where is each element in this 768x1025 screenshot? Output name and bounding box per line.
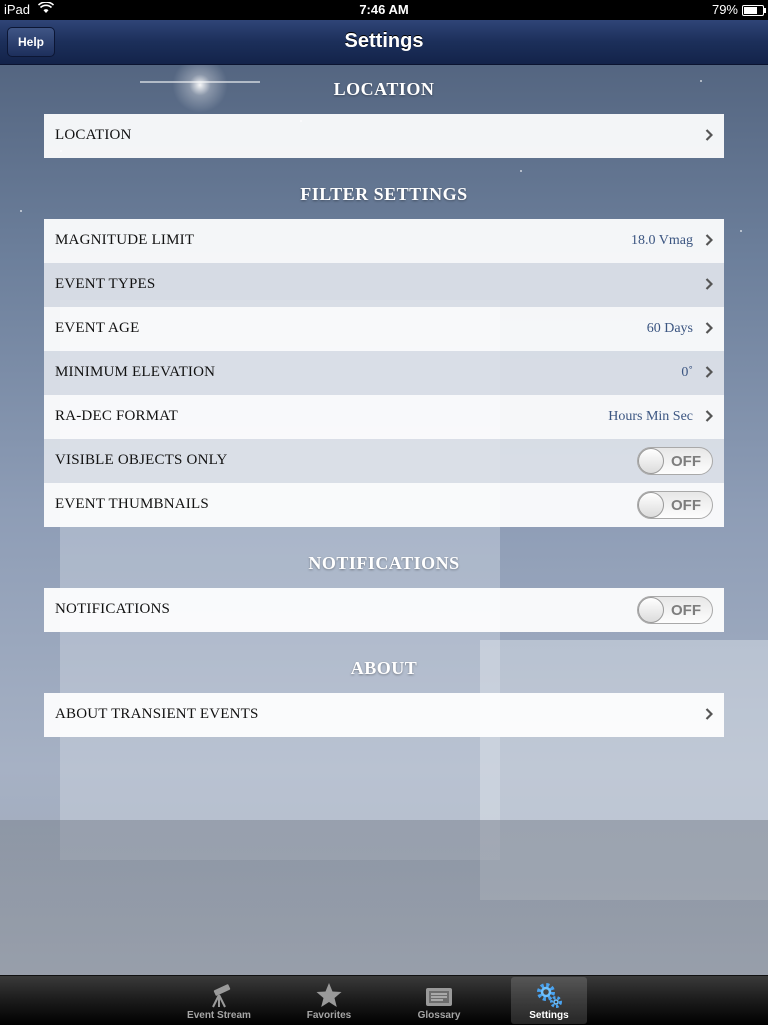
tab-label: Settings — [529, 1010, 569, 1021]
row-label: RA-DEC FORMAT — [55, 408, 179, 424]
chevron-right-icon — [705, 278, 713, 290]
book-icon — [426, 988, 452, 1006]
section-header-location: LOCATION — [333, 79, 435, 99]
chevron-right-icon — [705, 234, 713, 246]
toggle-state: OFF — [671, 453, 701, 470]
row-value: 60 Days — [646, 321, 693, 336]
location-row[interactable]: LOCATION — [44, 114, 724, 158]
row-value: 0˚ — [681, 365, 693, 380]
tab-glossary[interactable]: Glossary — [401, 977, 477, 1024]
telescope-icon — [212, 984, 231, 1008]
toggle-knob — [638, 597, 664, 623]
event-age-row[interactable]: EVENT AGE 60 Days — [44, 307, 724, 351]
toggle-state: OFF — [671, 497, 701, 514]
toggle-knob — [638, 448, 664, 474]
clock: 7:46 AM — [359, 2, 409, 17]
row-value: 18.0 Vmag — [631, 233, 693, 248]
about-group: ABOUT TRANSIENT EVENTS — [44, 693, 724, 737]
row-label: EVENT TYPES — [55, 276, 156, 292]
visible-objects-only-row: VISIBLE OBJECTS ONLY OFF — [44, 439, 724, 483]
row-label: EVENT AGE — [55, 320, 140, 336]
row-label: ABOUT TRANSIENT EVENTS — [55, 706, 259, 722]
star-icon — [316, 983, 342, 1007]
navigation-bar: Help Settings — [0, 20, 768, 65]
status-bar: iPad 7:46 AM 79% — [0, 0, 768, 20]
star — [740, 230, 742, 232]
tab-event-stream[interactable]: Event Stream — [181, 977, 257, 1024]
section-header-notifications: NOTIFICATIONS — [308, 553, 460, 573]
toggle-knob — [638, 492, 664, 518]
chevron-right-icon — [705, 708, 713, 720]
row-label: VISIBLE OBJECTS ONLY — [55, 452, 228, 468]
row-label: LOCATION — [55, 127, 132, 143]
notifications-toggle[interactable]: OFF — [637, 596, 713, 624]
chevron-right-icon — [705, 322, 713, 334]
ground — [0, 820, 768, 980]
event-thumbnails-row: EVENT THUMBNAILS OFF — [44, 483, 724, 527]
minimum-elevation-row[interactable]: MINIMUM ELEVATION 0˚ — [44, 351, 724, 395]
row-value: Hours Min Sec — [608, 409, 693, 424]
notifications-row: NOTIFICATIONS OFF — [44, 588, 724, 632]
row-label: EVENT THUMBNAILS — [55, 496, 209, 512]
toggle-state: OFF — [671, 602, 701, 619]
notifications-group: NOTIFICATIONS OFF — [44, 588, 724, 632]
filter-settings-group: MAGNITUDE LIMIT 18.0 Vmag EVENT TYPES EV… — [44, 219, 724, 527]
magnitude-limit-row[interactable]: MAGNITUDE LIMIT 18.0 Vmag — [44, 219, 724, 263]
tab-settings[interactable]: Settings — [511, 977, 587, 1024]
chevron-right-icon — [705, 410, 713, 422]
visible-objects-toggle[interactable]: OFF — [637, 447, 713, 475]
event-types-row[interactable]: EVENT TYPES — [44, 263, 724, 307]
gears-icon — [537, 983, 562, 1008]
section-header-filter-settings: FILTER SETTINGS — [300, 184, 468, 204]
battery-percent: 79% — [711, 2, 738, 17]
row-label: NOTIFICATIONS — [55, 601, 171, 617]
star — [20, 210, 22, 212]
page-title: Settings — [344, 30, 424, 52]
ra-dec-format-row[interactable]: RA-DEC FORMAT Hours Min Sec — [44, 395, 724, 439]
battery-icon — [742, 5, 766, 16]
tab-label: Favorites — [306, 1010, 352, 1021]
chevron-right-icon — [705, 366, 713, 378]
chevron-right-icon — [705, 129, 713, 141]
row-label: MINIMUM ELEVATION — [55, 364, 216, 380]
row-label: MAGNITUDE LIMIT — [55, 232, 195, 248]
tab-bar: Event Stream Favorites Glossary Settings — [0, 975, 768, 1025]
section-header-about: ABOUT — [350, 658, 418, 678]
tab-label: Event Stream — [187, 1010, 251, 1021]
location-group: LOCATION — [44, 114, 724, 158]
tab-label: Glossary — [417, 1010, 461, 1021]
about-transient-events-row[interactable]: ABOUT TRANSIENT EVENTS — [44, 693, 724, 737]
tab-favorites[interactable]: Favorites — [291, 977, 367, 1024]
star — [520, 170, 522, 172]
event-thumbnails-toggle[interactable]: OFF — [637, 491, 713, 519]
